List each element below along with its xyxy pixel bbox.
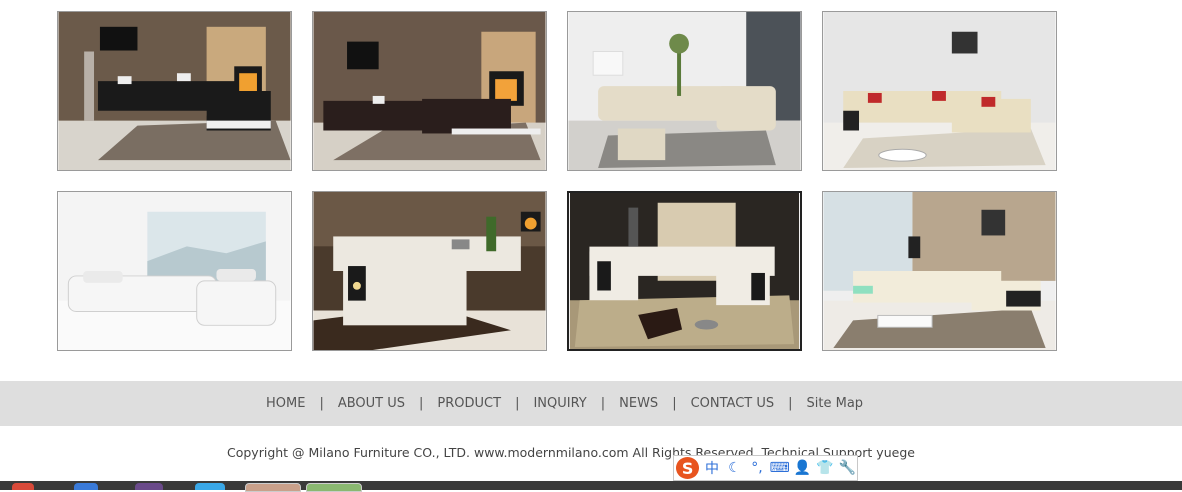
sofa-photo [313,12,546,170]
nav-link-contact-us[interactable]: CONTACT US [691,396,775,411]
sofa-photo [823,192,1056,350]
user-icon[interactable]: 👤 [793,458,812,478]
sofa-photo [313,192,546,350]
shirt-icon[interactable]: 👕 [815,458,834,478]
nav-separator: | [672,396,677,411]
product-thumbnail[interactable] [57,191,292,351]
sofa-photo [823,12,1056,170]
footer-nav-links: HOME | ABOUT US | PRODUCT | INQUIRY | NEWS | CONTA… [266,396,863,411]
punctuation-icon[interactable]: °, [747,458,766,478]
sofa-photo [569,193,800,349]
taskbar-app-icon[interactable] [12,483,34,490]
sofa-photo [58,12,291,170]
product-thumbnail[interactable] [822,11,1057,171]
nav-separator: | [419,396,424,411]
nav-link-news[interactable]: NEWS [619,396,658,411]
moon-icon[interactable]: ☾ [725,458,744,478]
wrench-icon[interactable]: 🔧 [838,458,857,478]
taskbar-app-icon[interactable] [135,483,163,490]
taskbar-app-icon[interactable] [245,483,301,492]
nav-link-home[interactable]: HOME [266,396,305,411]
nav-link-site-map[interactable]: Site Map [807,396,864,411]
nav-separator: | [600,396,606,411]
product-thumbnail[interactable] [312,191,547,351]
sogou-logo-icon[interactable]: S [676,457,700,479]
nav-link-inquiry[interactable]: INQUIRY [533,396,586,411]
nav-link-product[interactable]: PRODUCT [437,396,501,411]
product-thumbnail[interactable] [822,191,1057,351]
nav-link-about-us[interactable]: ABOUT US [338,396,405,411]
product-thumbnail[interactable] [567,11,802,171]
taskbar-app-icon[interactable] [74,483,98,490]
sofa-photo [568,12,801,170]
nav-separator: | [515,396,520,411]
sofa-photo [58,192,291,350]
product-thumbnail[interactable] [57,11,292,171]
taskbar-app-icon[interactable] [306,483,362,492]
product-thumbnail[interactable] [312,11,547,171]
taskbar-app-icon[interactable] [195,483,225,490]
nav-separator: | [788,396,793,411]
footer-navigation-bar: HOME | ABOUT US | PRODUCT | INQUIRY | NEWS | CONTA… [0,381,1182,426]
ime-toolbar[interactable]: S 中 ☾ °, ⌨ 👤 👕 🔧 [673,455,858,481]
chinese-mode-icon[interactable]: 中 [702,458,721,478]
nav-separator: | [319,396,324,411]
product-thumbnail-selected[interactable] [567,191,802,351]
keyboard-icon[interactable]: ⌨ [770,458,790,478]
taskbar [0,481,1182,492]
